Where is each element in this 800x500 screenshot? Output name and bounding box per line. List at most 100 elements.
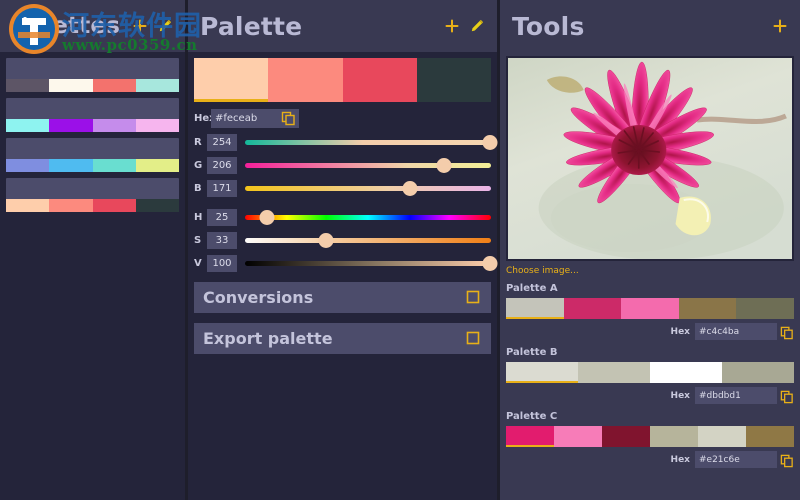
copy-icon[interactable] [780, 389, 794, 403]
tools-panel-title: Tools [512, 11, 585, 41]
slider-g[interactable] [245, 157, 491, 174]
channel-label-h: H [194, 212, 203, 223]
list-item[interactable] [6, 138, 179, 172]
export-palette-button[interactable]: Export palette [194, 323, 491, 354]
slider-track-r [245, 140, 491, 145]
water-lily-illustration [508, 58, 792, 259]
slider-knob-g[interactable] [436, 158, 452, 173]
extracted-palette-b: Palette B Hex #dbdbd1 [506, 347, 794, 404]
swatch [602, 426, 650, 447]
swatch [92, 79, 136, 92]
palette-panel-header: Palette [188, 0, 497, 52]
current-palette-swatch[interactable] [194, 58, 491, 102]
hex-value: #feceab [215, 113, 258, 124]
slider-track-v [245, 261, 491, 266]
copy-icon[interactable] [780, 453, 794, 467]
hex-input[interactable]: #e21c6e [695, 451, 777, 468]
slider-knob-s[interactable] [318, 233, 334, 248]
list-item[interactable] [6, 98, 179, 132]
hex-label: Hex [670, 454, 690, 465]
swatch-selected [506, 426, 554, 447]
palette-editor-body: Hex #feceab R 254 G 206 B 171 H 25 S 33 … [188, 52, 498, 500]
edit-palette-icon[interactable] [157, 18, 173, 34]
slider-row-h: H 25 [194, 209, 491, 226]
hex-value: #dbdbd1 [699, 390, 741, 401]
hex-label: Hex [670, 390, 690, 401]
swatch-selected [506, 298, 564, 319]
slider-row-s: S 33 [194, 232, 491, 249]
channel-value-g[interactable]: 206 [207, 157, 237, 174]
swatch [416, 58, 491, 102]
expand-icon[interactable] [466, 331, 482, 347]
palette-panel: Palette Hex #feceab R 254 G 206 B 171 H … [185, 0, 500, 500]
tools-panel: Tools Choose image... Palette A Hex #c4c… [500, 0, 800, 500]
slider-knob-b[interactable] [402, 181, 418, 196]
edit-color-icon[interactable] [469, 18, 485, 34]
swatch [49, 159, 93, 172]
swatch [135, 119, 179, 132]
slider-row-b: B 171 [194, 180, 491, 197]
slider-r[interactable] [245, 134, 498, 151]
list-item[interactable] [6, 58, 179, 92]
swatch [49, 79, 93, 92]
conversions-button[interactable]: Conversions [194, 282, 491, 313]
slider-s[interactable] [245, 232, 491, 249]
slider-knob-h[interactable] [259, 210, 275, 225]
export-palette-label: Export palette [203, 329, 333, 348]
palette-color-strip [6, 199, 179, 212]
hex-input[interactable]: #c4c4ba [695, 323, 777, 340]
palette-c-strip[interactable] [506, 426, 794, 447]
hex-value: #e21c6e [699, 454, 740, 465]
list-item-active[interactable] [6, 178, 179, 212]
copy-icon[interactable] [780, 325, 794, 339]
expand-icon[interactable] [466, 290, 482, 306]
channel-value-b[interactable]: 171 [207, 180, 237, 197]
slider-row-g: G 206 [194, 157, 491, 174]
conversions-label: Conversions [203, 288, 314, 307]
hex-input[interactable]: #feceab [211, 109, 299, 128]
slider-knob-v[interactable] [482, 256, 498, 271]
channel-value-s[interactable]: 33 [207, 232, 237, 249]
swatch [650, 426, 698, 447]
hsv-sliders: H 25 S 33 V 100 [194, 209, 498, 272]
add-palette-icon[interactable] [132, 18, 148, 34]
slider-track-h [245, 215, 491, 220]
channel-label-g: G [194, 160, 203, 171]
swatch [342, 58, 417, 102]
copy-icon[interactable] [281, 111, 296, 126]
palette-a-strip[interactable] [506, 298, 794, 319]
slider-row-r: R 254 [194, 134, 498, 151]
swatch [6, 119, 50, 132]
palette-panel-title: Palette [200, 11, 303, 41]
slider-h[interactable] [245, 209, 491, 226]
channel-value-v[interactable]: 100 [207, 255, 237, 272]
channel-value-h[interactable]: 25 [207, 209, 237, 226]
palette-b-title: Palette B [506, 347, 558, 358]
swatch [554, 426, 602, 447]
palette-c-title: Palette C [506, 411, 558, 422]
palette-a-hex-row: Hex #c4c4ba [506, 323, 794, 340]
source-image[interactable] [506, 56, 794, 261]
hex-input[interactable]: #dbdbd1 [695, 387, 777, 404]
swatch-selected [506, 362, 578, 383]
palette-b-strip[interactable] [506, 362, 794, 383]
channel-value-r[interactable]: 254 [207, 134, 237, 151]
slider-track-g [245, 163, 491, 168]
swatch-selected [194, 58, 269, 102]
palettes-panel-actions [132, 18, 173, 34]
choose-image-link[interactable]: Choose image... [506, 266, 794, 276]
palette-list[interactable] [0, 52, 185, 500]
slider-v[interactable] [245, 255, 498, 272]
add-tool-icon[interactable] [772, 18, 788, 34]
swatch [722, 362, 794, 383]
hex-value: #c4c4ba [699, 326, 740, 337]
slider-row-v: V 100 [194, 255, 498, 272]
slider-knob-r[interactable] [482, 135, 498, 150]
palettes-panel: Palettes [0, 0, 185, 500]
swatch [650, 362, 722, 383]
slider-b[interactable] [245, 180, 491, 197]
add-color-icon[interactable] [444, 18, 460, 34]
swatch [621, 298, 679, 319]
swatch [92, 159, 136, 172]
extracted-palette-c: Palette C Hex #e21c6e [506, 411, 794, 468]
